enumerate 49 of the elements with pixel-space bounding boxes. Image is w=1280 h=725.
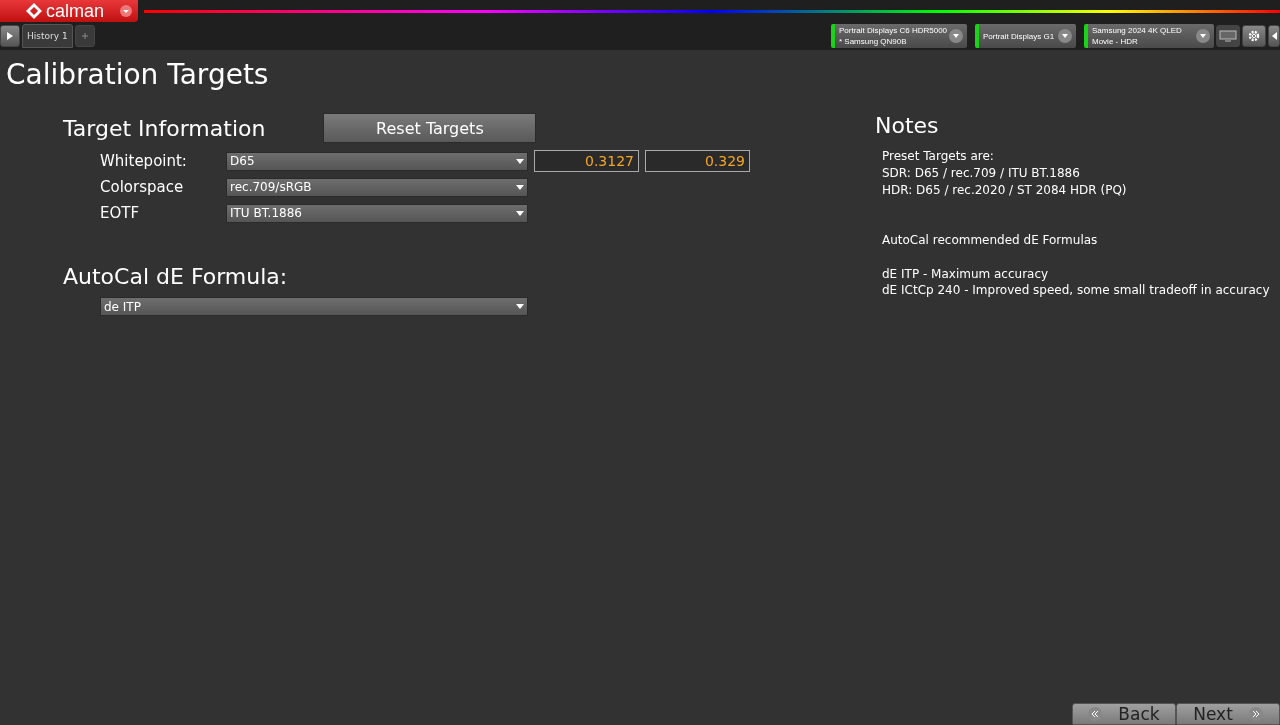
notes-heading: Notes — [875, 113, 940, 138]
device-selector[interactable]: Samsung 2024 4K QLED Movie - HDR — [1084, 24, 1214, 48]
monitor-button[interactable] — [1216, 25, 1240, 47]
x-coordinate-field[interactable]: 0.3127 — [534, 150, 639, 172]
dropdown[interactable]: D65 — [226, 151, 528, 171]
back-button[interactable]: Back — [1072, 703, 1176, 725]
caret-icon — [1058, 29, 1072, 43]
diamond-logo-icon — [26, 3, 42, 19]
caret-icon — [1196, 29, 1210, 43]
plus-icon — [81, 33, 88, 39]
next-button[interactable]: Next — [1176, 703, 1280, 725]
double-chevron-left-icon — [1088, 707, 1103, 721]
monitor-icon — [1219, 30, 1237, 42]
device-selector[interactable]: Portrait Displays C6 HDR5000 * Samsung QN90B — [831, 24, 967, 48]
tab[interactable]: History 1 — [22, 24, 73, 48]
device-selector[interactable]: Portrait Displays G1 — [975, 24, 1076, 48]
caret-icon — [949, 29, 963, 43]
dropdown[interactable]: ITU BT.1886 — [226, 203, 528, 223]
dropdown[interactable]: rec.709/sRGB — [226, 177, 528, 197]
caret-icon — [516, 304, 524, 309]
arrow-left-icon — [1271, 32, 1277, 40]
note-text: dE ITP - Maximum accuracy — [881, 265, 1050, 283]
play-button[interactable] — [0, 25, 20, 47]
dropdown[interactable]: de ITP — [100, 297, 528, 316]
logo-text: calman — [46, 0, 104, 22]
section-heading: Target Information — [63, 115, 266, 141]
collapse-button[interactable] — [1268, 25, 1280, 47]
y-coordinate-field[interactable]: 0.329 — [645, 150, 750, 172]
app-logo[interactable]: calman — [0, 0, 138, 22]
caret-icon — [516, 210, 524, 216]
note-text: HDR: D65 / rec.2020 / ST 2084 HDR (PQ) — [881, 181, 1128, 199]
note-text: Preset Targets are: — [881, 148, 995, 165]
double-chevron-right-icon — [1248, 707, 1263, 721]
note-text: SDR: D65 / rec.709 / ITU BT.1886 — [881, 164, 1081, 182]
note-text: dE ICtCp 240 - Improved speed, some small tradeoff in accuracy — [881, 282, 1271, 300]
field-label: Whitepoint: — [100, 152, 188, 170]
page-title: Calibration Targets — [6, 58, 270, 91]
section-heading: AutoCal dE Formula: — [63, 264, 289, 289]
reset-targets-button[interactable]: Reset Targets — [323, 113, 537, 143]
add-tab-button[interactable] — [74, 25, 95, 47]
note-text: AutoCal recommended dE Formulas — [881, 232, 1099, 249]
settings-icon — [1247, 29, 1261, 43]
caret-icon — [516, 184, 524, 190]
field-label: Colorspace — [100, 178, 185, 196]
play-icon — [7, 32, 13, 40]
caret-icon — [516, 158, 524, 164]
settings-button[interactable] — [1242, 25, 1266, 47]
field-label: EOTF — [100, 204, 141, 222]
caret-icon — [120, 5, 132, 17]
